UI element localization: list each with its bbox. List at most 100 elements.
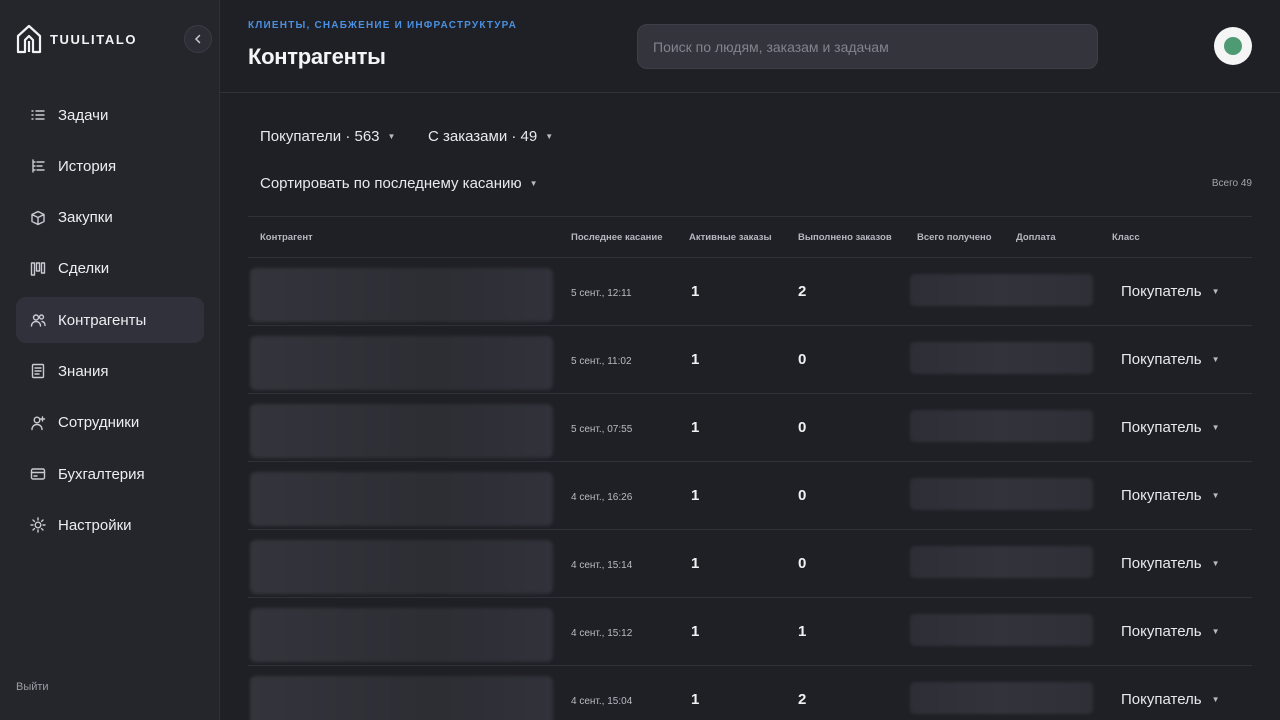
column-header[interactable]: Выполнено заказов <box>798 232 892 243</box>
redacted-amounts <box>910 274 1093 306</box>
redacted-name <box>250 472 553 526</box>
last-touch: 4 сент., 15:12 <box>571 628 633 639</box>
redacted-amounts <box>910 546 1093 578</box>
redacted-amounts <box>910 410 1093 442</box>
completed-orders: 0 <box>798 419 807 436</box>
redacted-name <box>250 336 553 390</box>
table-row[interactable]: 5 сент., 11:02 1 0 Покупатель ▼ <box>248 326 1252 394</box>
total-count: Всего 49 <box>1211 178 1252 189</box>
logo-icon <box>16 24 42 54</box>
redacted-amounts <box>910 614 1093 646</box>
users-icon <box>30 312 46 328</box>
active-orders: 1 <box>691 351 700 368</box>
kanban-icon <box>30 261 46 277</box>
search-input[interactable] <box>653 38 1097 55</box>
caret-down-icon: ▼ <box>1211 287 1220 296</box>
tasks-icon <box>30 107 46 123</box>
class-dropdown[interactable]: Покупатель ▼ <box>1121 419 1220 436</box>
class-dropdown[interactable]: Покупатель ▼ <box>1121 487 1220 504</box>
sidebar-item-history[interactable]: История <box>16 143 204 189</box>
buyers-filter[interactable]: Покупатели · 563 ▼ <box>260 128 395 145</box>
column-header[interactable]: Последнее касание <box>571 232 663 243</box>
class-dropdown[interactable]: Покупатель ▼ <box>1121 555 1220 572</box>
table-row[interactable]: 4 сент., 15:04 1 2 Покупатель ▼ <box>248 666 1252 720</box>
sort-dropdown-label: Сортировать по последнему касанию <box>260 175 522 192</box>
sidebar-item-knowledge[interactable]: Знания <box>16 348 204 394</box>
class-dropdown[interactable]: Покупатель ▼ <box>1121 283 1220 300</box>
column-header[interactable]: Всего получено <box>917 232 992 243</box>
orders-filter[interactable]: С заказами · 49 ▼ <box>428 128 553 145</box>
active-orders: 1 <box>691 555 700 572</box>
avatar[interactable] <box>1214 27 1252 65</box>
last-touch: 4 сент., 15:14 <box>571 560 633 571</box>
column-header[interactable]: Активные заказы <box>689 232 772 243</box>
class-dropdown[interactable]: Покупатель ▼ <box>1121 691 1220 708</box>
sidebar-item-label: Бухгалтерия <box>58 465 145 483</box>
sidebar-item-employees[interactable]: Сотрудники <box>16 400 204 446</box>
sidebar-item-label: Знания <box>58 362 109 380</box>
class-label: Покупатель <box>1121 555 1202 572</box>
sidebar-item-deals[interactable]: Сделки <box>16 246 204 292</box>
counterparties-table: Контрагент Последнее касание Активные за… <box>248 216 1252 720</box>
last-touch: 4 сент., 15:04 <box>571 696 633 707</box>
table-row[interactable]: 5 сент., 07:55 1 0 Покупатель ▼ <box>248 394 1252 462</box>
class-label: Покупатель <box>1121 419 1202 436</box>
last-touch: 5 сент., 12:11 <box>571 288 632 299</box>
sidebar-item-tasks[interactable]: Задачи <box>16 92 204 138</box>
sidebar-item-counterparties[interactable]: Контрагенты <box>16 297 204 344</box>
redacted-amounts <box>910 478 1093 510</box>
caret-down-icon: ▼ <box>545 132 554 141</box>
completed-orders: 0 <box>798 351 807 368</box>
page-title: Контрагенты <box>248 44 386 69</box>
active-orders: 1 <box>691 691 700 708</box>
table-row[interactable]: 4 сент., 15:14 1 0 Покупатель ▼ <box>248 530 1252 598</box>
breadcrumb[interactable]: КЛИЕНТЫ, СНАБЖЕНИЕ И ИНФРАСТРУКТУРА <box>248 20 517 31</box>
caret-down-icon: ▼ <box>1211 695 1220 704</box>
active-orders: 1 <box>691 623 700 640</box>
class-label: Покупатель <box>1121 487 1202 504</box>
class-dropdown[interactable]: Покупатель ▼ <box>1121 351 1220 368</box>
caret-down-icon: ▼ <box>387 132 396 141</box>
table-row[interactable]: 4 сент., 16:26 1 0 Покупатель ▼ <box>248 462 1252 530</box>
sidebar-item-accounting[interactable]: Бухгалтерия <box>16 451 204 497</box>
caret-down-icon: ▼ <box>1211 559 1220 568</box>
active-orders: 1 <box>691 283 700 300</box>
sidebar-nav: Задачи История Закупки Сделки Контрагент… <box>16 92 204 554</box>
sidebar-item-purchases[interactable]: Закупки <box>16 195 204 241</box>
caret-down-icon: ▼ <box>1211 355 1220 364</box>
table-row[interactable]: 5 сент., 12:11 1 2 Покупатель ▼ <box>248 258 1252 326</box>
table-row[interactable]: 4 сент., 15:12 1 1 Покупатель ▼ <box>248 598 1252 666</box>
logout-link[interactable]: Выйти <box>16 681 49 693</box>
active-orders: 1 <box>691 419 700 436</box>
completed-orders: 0 <box>798 555 807 572</box>
sort-dropdown[interactable]: Сортировать по последнему касанию ▼ <box>260 175 538 192</box>
search-box[interactable] <box>637 24 1098 69</box>
box-icon <box>30 210 46 226</box>
completed-orders: 2 <box>798 691 807 708</box>
card-icon <box>30 466 46 482</box>
caret-down-icon: ▼ <box>529 179 538 188</box>
table-header: Контрагент Последнее касание Активные за… <box>248 216 1252 258</box>
sun-icon <box>30 517 46 534</box>
sidebar-item-settings[interactable]: Настройки <box>16 502 204 548</box>
logo[interactable]: TUULITALO <box>16 24 137 54</box>
redacted-amounts <box>910 342 1093 374</box>
buyers-filter-label: Покупатели · 563 <box>260 128 380 145</box>
logo-text: TUULITALO <box>50 31 138 47</box>
avatar-status-dot <box>1224 37 1242 55</box>
completed-orders: 0 <box>798 487 807 504</box>
sidebar-item-label: Контрагенты <box>58 311 147 329</box>
column-header[interactable]: Доплата <box>1016 232 1056 243</box>
last-touch: 5 сент., 11:02 <box>571 356 632 367</box>
document-icon <box>30 363 46 379</box>
column-header[interactable]: Класс <box>1112 232 1140 243</box>
sidebar-item-label: Настройки <box>58 516 132 534</box>
page-header: КЛИЕНТЫ, СНАБЖЕНИЕ И ИНФРАСТРУКТУРА Конт… <box>220 0 1280 93</box>
collapse-sidebar-button[interactable] <box>184 25 212 53</box>
column-header[interactable]: Контрагент <box>260 232 313 243</box>
redacted-name <box>250 608 553 662</box>
last-touch: 5 сент., 07:55 <box>571 424 633 435</box>
class-dropdown[interactable]: Покупатель ▼ <box>1121 623 1220 640</box>
caret-down-icon: ▼ <box>1211 423 1220 432</box>
sidebar: TUULITALO Задачи История Закупки Сделки … <box>0 0 220 720</box>
